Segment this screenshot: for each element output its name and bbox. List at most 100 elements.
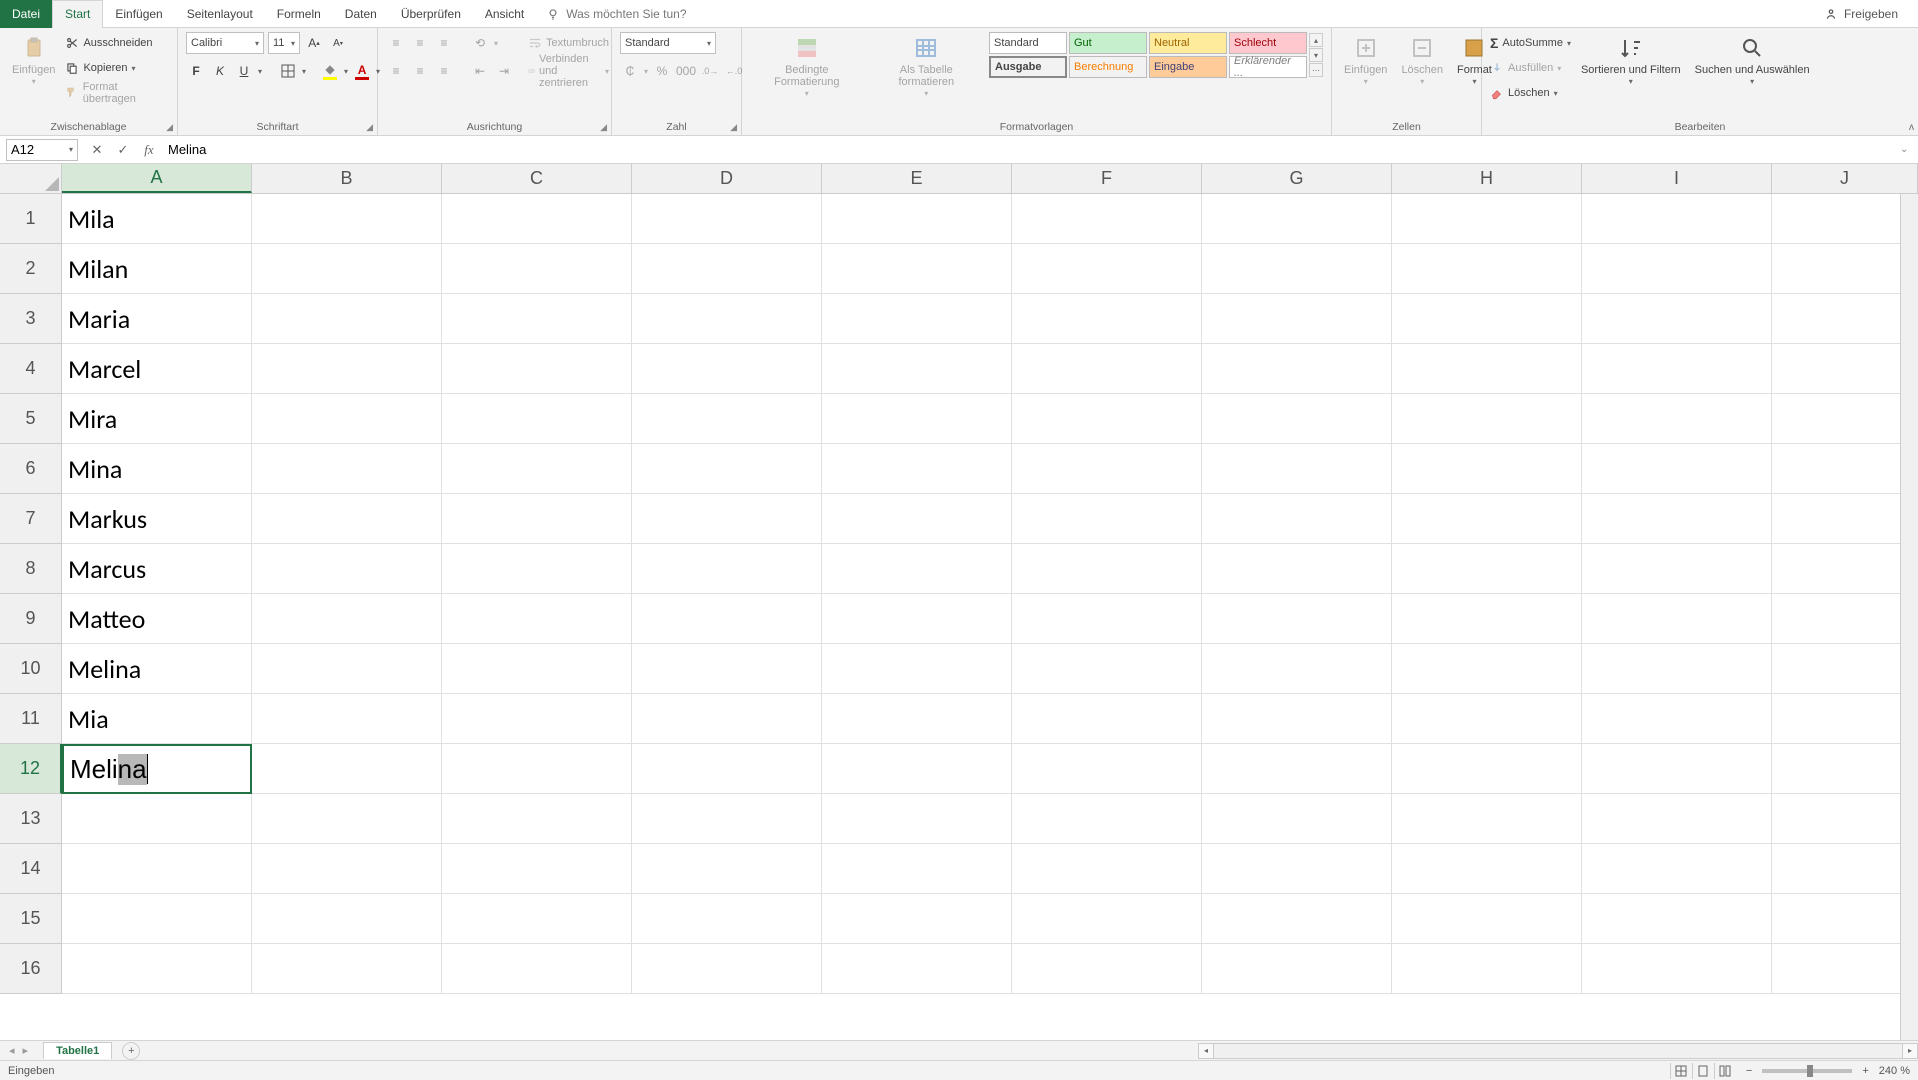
cell-I12[interactable] bbox=[1582, 744, 1772, 794]
cell-D6[interactable] bbox=[632, 444, 822, 494]
cell-J4[interactable] bbox=[1772, 344, 1918, 394]
zoom-slider[interactable] bbox=[1762, 1069, 1852, 1073]
cell-D9[interactable] bbox=[632, 594, 822, 644]
cell-B8[interactable] bbox=[252, 544, 442, 594]
cell-E3[interactable] bbox=[822, 294, 1012, 344]
row-header-8[interactable]: 8 bbox=[0, 544, 62, 594]
cell-G1[interactable] bbox=[1202, 194, 1392, 244]
sheet-nav-first[interactable]: ◂ bbox=[6, 1044, 18, 1057]
cell-J2[interactable] bbox=[1772, 244, 1918, 294]
paste-button[interactable]: Einfügen▾ bbox=[8, 32, 59, 89]
style-ausgabe[interactable]: Ausgabe bbox=[989, 56, 1067, 78]
cell-G5[interactable] bbox=[1202, 394, 1392, 444]
copy-button[interactable]: Kopieren▾ bbox=[65, 57, 169, 79]
cell-E6[interactable] bbox=[822, 444, 1012, 494]
cell-I16[interactable] bbox=[1582, 944, 1772, 994]
cell-A1[interactable]: Mila bbox=[62, 194, 252, 244]
align-top-button[interactable]: ≡ bbox=[386, 33, 406, 53]
cell-F12[interactable] bbox=[1012, 744, 1202, 794]
col-header-A[interactable]: A bbox=[62, 164, 252, 193]
row-header-4[interactable]: 4 bbox=[0, 344, 62, 394]
cell-D16[interactable] bbox=[632, 944, 822, 994]
percent-button[interactable]: % bbox=[652, 61, 672, 81]
number-dialog-launcher[interactable]: ◢ bbox=[730, 122, 737, 133]
cell-H14[interactable] bbox=[1392, 844, 1582, 894]
tab-file[interactable]: Datei bbox=[0, 0, 52, 28]
cell-A8[interactable]: Marcus bbox=[62, 544, 252, 594]
cell-B5[interactable] bbox=[252, 394, 442, 444]
cell-C15[interactable] bbox=[442, 894, 632, 944]
italic-button[interactable]: K bbox=[210, 61, 230, 81]
cell-J14[interactable] bbox=[1772, 844, 1918, 894]
cell-B12[interactable] bbox=[252, 744, 442, 794]
format-painter-button[interactable]: Format übertragen bbox=[65, 82, 169, 104]
cell-C11[interactable] bbox=[442, 694, 632, 744]
cell-C4[interactable] bbox=[442, 344, 632, 394]
cell-B16[interactable] bbox=[252, 944, 442, 994]
view-page-break-button[interactable] bbox=[1714, 1063, 1736, 1079]
cell-B10[interactable] bbox=[252, 644, 442, 694]
cell-D11[interactable] bbox=[632, 694, 822, 744]
cell-B13[interactable] bbox=[252, 794, 442, 844]
style-gut[interactable]: Gut bbox=[1069, 32, 1147, 54]
cell-A14[interactable] bbox=[62, 844, 252, 894]
cell-G15[interactable] bbox=[1202, 894, 1392, 944]
decrease-font-button[interactable]: A▾ bbox=[328, 33, 348, 53]
cell-F10[interactable] bbox=[1012, 644, 1202, 694]
row-header-5[interactable]: 5 bbox=[0, 394, 62, 444]
style-standard[interactable]: Standard bbox=[989, 32, 1067, 54]
view-page-layout-button[interactable] bbox=[1692, 1063, 1714, 1079]
cell-F16[interactable] bbox=[1012, 944, 1202, 994]
cell-A2[interactable]: Milan bbox=[62, 244, 252, 294]
cell-C1[interactable] bbox=[442, 194, 632, 244]
cell-H10[interactable] bbox=[1392, 644, 1582, 694]
cell-H2[interactable] bbox=[1392, 244, 1582, 294]
cell-C16[interactable] bbox=[442, 944, 632, 994]
orientation-button[interactable]: ⟲ bbox=[470, 33, 490, 53]
cell-F3[interactable] bbox=[1012, 294, 1202, 344]
cell-F11[interactable] bbox=[1012, 694, 1202, 744]
increase-decimal-button[interactable]: .0→ bbox=[700, 61, 720, 81]
cell-I13[interactable] bbox=[1582, 794, 1772, 844]
cell-J6[interactable] bbox=[1772, 444, 1918, 494]
row-header-16[interactable]: 16 bbox=[0, 944, 62, 994]
row-header-7[interactable]: 7 bbox=[0, 494, 62, 544]
cell-H1[interactable] bbox=[1392, 194, 1582, 244]
cell-E7[interactable] bbox=[822, 494, 1012, 544]
cell-C7[interactable] bbox=[442, 494, 632, 544]
style-erklarender[interactable]: Erklärender ... bbox=[1229, 56, 1307, 78]
conditional-formatting-button[interactable]: Bedingte Formatierung▾ bbox=[750, 32, 864, 101]
cell-A12[interactable]: Melina bbox=[62, 744, 252, 794]
cell-J12[interactable] bbox=[1772, 744, 1918, 794]
col-header-H[interactable]: H bbox=[1392, 164, 1582, 193]
currency-button[interactable]: ₵ bbox=[620, 61, 640, 81]
row-header-3[interactable]: 3 bbox=[0, 294, 62, 344]
cell-E9[interactable] bbox=[822, 594, 1012, 644]
style-neutral[interactable]: Neutral bbox=[1149, 32, 1227, 54]
cell-D7[interactable] bbox=[632, 494, 822, 544]
cell-C5[interactable] bbox=[442, 394, 632, 444]
row-header-2[interactable]: 2 bbox=[0, 244, 62, 294]
cell-G3[interactable] bbox=[1202, 294, 1392, 344]
cell-F15[interactable] bbox=[1012, 894, 1202, 944]
tab-view[interactable]: Ansicht bbox=[473, 0, 536, 28]
cell-A9[interactable]: Matteo bbox=[62, 594, 252, 644]
number-format-select[interactable]: Standard▾ bbox=[620, 32, 716, 54]
cell-I5[interactable] bbox=[1582, 394, 1772, 444]
cell-B2[interactable] bbox=[252, 244, 442, 294]
add-sheet-button[interactable]: + bbox=[122, 1042, 140, 1060]
cell-I1[interactable] bbox=[1582, 194, 1772, 244]
cell-C3[interactable] bbox=[442, 294, 632, 344]
merge-center-button[interactable]: Verbinden und zentrieren▾ bbox=[528, 60, 609, 82]
row-header-13[interactable]: 13 bbox=[0, 794, 62, 844]
clear-button[interactable]: Löschen▾ bbox=[1490, 82, 1571, 104]
view-normal-button[interactable] bbox=[1670, 1063, 1692, 1079]
style-eingabe[interactable]: Eingabe bbox=[1149, 56, 1227, 78]
tab-insert[interactable]: Einfügen bbox=[103, 0, 174, 28]
cell-G4[interactable] bbox=[1202, 344, 1392, 394]
cell-D4[interactable] bbox=[632, 344, 822, 394]
increase-font-button[interactable]: A▴ bbox=[304, 33, 324, 53]
cell-E11[interactable] bbox=[822, 694, 1012, 744]
cell-J7[interactable] bbox=[1772, 494, 1918, 544]
cell-I8[interactable] bbox=[1582, 544, 1772, 594]
